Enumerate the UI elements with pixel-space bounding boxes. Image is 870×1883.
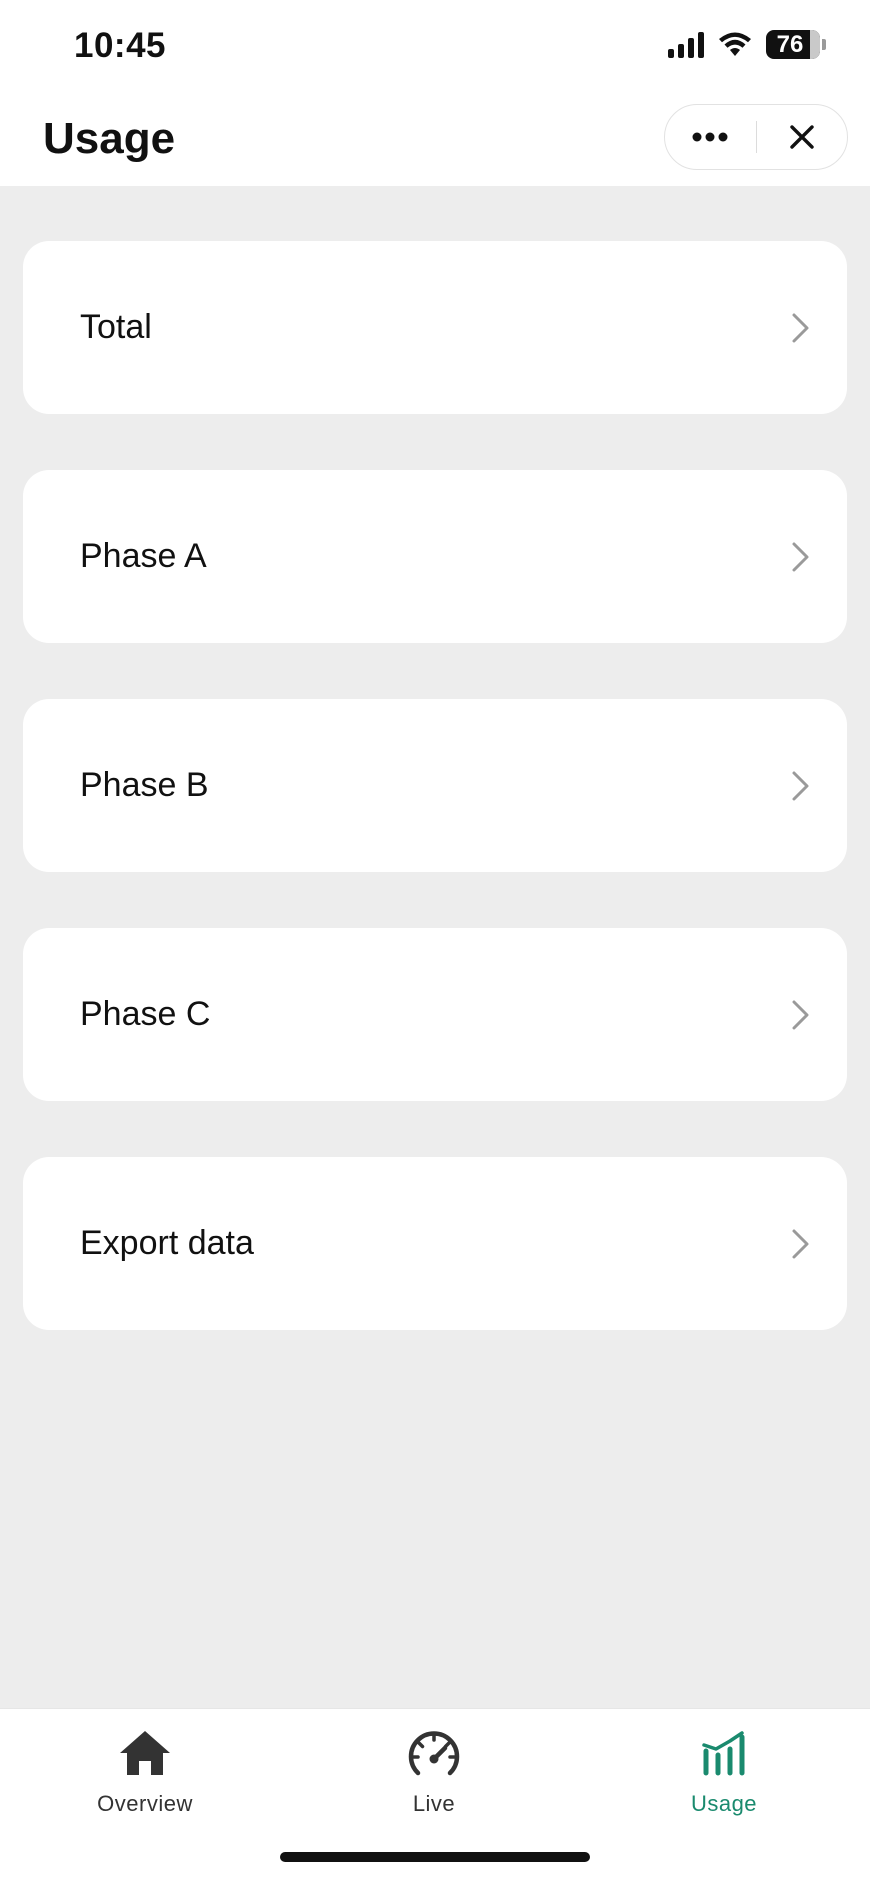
tab-label: Live: [412, 1791, 456, 1816]
close-button[interactable]: [757, 104, 848, 170]
more-button[interactable]: [665, 104, 756, 170]
header: Usage: [0, 96, 870, 186]
chevron-right-icon: [792, 771, 809, 800]
home-icon: [117, 1725, 173, 1781]
usage-menu-list: Total Phase A Phase B Phase C Export dat…: [23, 241, 847, 1386]
menu-item-total[interactable]: Total: [23, 241, 847, 414]
chevron-right-icon: [792, 1000, 809, 1029]
status-bar: 10:45 76: [0, 0, 870, 96]
menu-item-label: Phase B: [80, 766, 209, 804]
menu-item-phase-a[interactable]: Phase A: [23, 470, 847, 643]
battery-icon: 76: [766, 30, 820, 59]
battery-level: 76: [776, 30, 804, 58]
tab-usage[interactable]: Usage: [624, 1725, 824, 1825]
home-indicator: [280, 1852, 590, 1862]
chevron-right-icon: [792, 1229, 809, 1258]
tab-label: Overview: [97, 1791, 193, 1816]
chevron-right-icon: [792, 313, 809, 342]
menu-item-label: Total: [80, 308, 152, 346]
status-icons: 76: [668, 30, 826, 59]
menu-item-phase-b[interactable]: Phase B: [23, 699, 847, 872]
menu-item-phase-c[interactable]: Phase C: [23, 928, 847, 1101]
close-icon: [790, 125, 814, 149]
ellipsis-icon: [692, 132, 728, 142]
menu-item-label: Phase C: [80, 995, 211, 1033]
cellular-signal-icon: [668, 31, 704, 58]
speedometer-icon: [406, 1725, 462, 1781]
page-title: Usage: [43, 114, 176, 163]
wifi-icon: [719, 32, 751, 56]
menu-item-export-data[interactable]: Export data: [23, 1157, 847, 1330]
menu-item-label: Phase A: [80, 537, 207, 575]
tab-overview[interactable]: Overview: [45, 1725, 245, 1825]
bar-chart-icon: [696, 1725, 752, 1781]
status-time: 10:45: [74, 26, 167, 65]
battery-cap: [822, 39, 826, 50]
menu-item-label: Export data: [80, 1224, 254, 1262]
tab-live[interactable]: Live: [334, 1725, 534, 1825]
chevron-right-icon: [792, 542, 809, 571]
tab-label: Usage: [690, 1791, 758, 1816]
mini-program-capsule: [664, 104, 848, 170]
